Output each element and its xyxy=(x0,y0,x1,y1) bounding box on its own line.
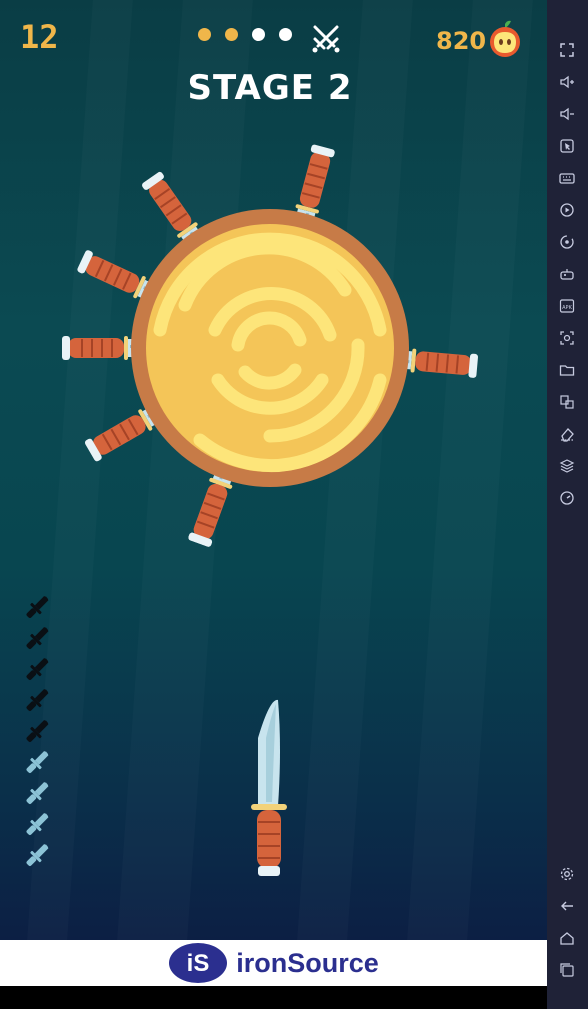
game-viewport[interactable]: 12 820 STAGE 2 xyxy=(0,0,547,940)
fullscreen-icon[interactable] xyxy=(555,38,579,62)
knife-used-icon xyxy=(26,627,49,649)
knife-used-icon xyxy=(26,689,49,711)
knife-remaining-icon xyxy=(26,782,49,804)
emulator-toolbar: APK xyxy=(547,0,588,1009)
folder-icon[interactable] xyxy=(555,358,579,382)
home-icon[interactable] xyxy=(555,926,579,950)
volume-up-icon[interactable] xyxy=(555,70,579,94)
player-knife xyxy=(251,699,287,876)
gamepad-icon[interactable] xyxy=(555,262,579,286)
bottom-bar xyxy=(0,986,547,1009)
recents-icon[interactable] xyxy=(555,958,579,982)
knife-used-icon xyxy=(26,596,49,618)
knife-counter xyxy=(22,592,52,871)
multi-instance-icon[interactable] xyxy=(555,390,579,414)
speed-icon[interactable] xyxy=(555,486,579,510)
svg-text:APK: APK xyxy=(562,305,572,311)
layers-icon[interactable] xyxy=(555,454,579,478)
ad-banner[interactable]: iS ironSource xyxy=(0,940,547,986)
sync-icon[interactable] xyxy=(555,230,579,254)
ad-brand-name: ironSource xyxy=(236,947,379,978)
volume-down-icon[interactable] xyxy=(555,102,579,126)
svg-text:iS: iS xyxy=(187,950,210,977)
knife-remaining-icon xyxy=(26,813,49,835)
keyboard-icon[interactable] xyxy=(555,166,579,190)
knife-used-icon xyxy=(26,658,49,680)
settings-icon[interactable] xyxy=(555,862,579,886)
knife-remaining-icon xyxy=(26,751,49,773)
knife-used-icon xyxy=(26,720,49,742)
screenshot-icon[interactable] xyxy=(555,326,579,350)
cursor-icon[interactable] xyxy=(555,134,579,158)
play-record-icon[interactable] xyxy=(555,198,579,222)
wooden-log-target[interactable] xyxy=(131,209,409,487)
apk-icon[interactable]: APK xyxy=(555,294,579,318)
ironsource-logo-mark: iS xyxy=(169,943,228,983)
erase-icon[interactable] xyxy=(555,422,579,446)
back-icon[interactable] xyxy=(555,894,579,918)
knife-remaining-icon xyxy=(26,844,49,866)
